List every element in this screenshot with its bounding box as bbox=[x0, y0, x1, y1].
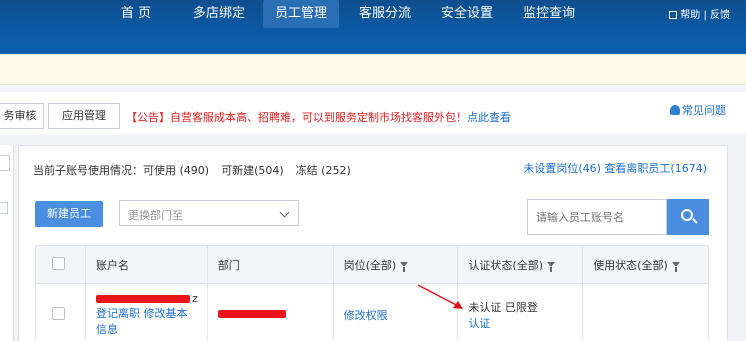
unset-post-link[interactable]: 未设置岗位(46) bbox=[523, 162, 601, 175]
usable-count: 可使用 (490) bbox=[143, 164, 210, 177]
redacted-department bbox=[217, 310, 286, 318]
account-name-suffix: z bbox=[191, 291, 198, 305]
view-resigned-link[interactable]: 查看离职员工(1674) bbox=[604, 162, 707, 175]
left-sidebar-edge bbox=[0, 145, 14, 341]
select-all-checkbox[interactable] bbox=[52, 256, 65, 270]
new-employee-button[interactable]: 新建员工 bbox=[35, 201, 103, 227]
status-links: 未设置岗位(46) 查看离职员工(1674) bbox=[523, 160, 707, 176]
department-placeholder: 更换部门至 bbox=[128, 209, 183, 222]
table-header-row: 账户名 部门 岗位(全部) 认证状态(全部) 使用状态(全部) bbox=[35, 245, 709, 284]
usage-label: 当前子账号使用情况： bbox=[33, 164, 143, 177]
department-cell bbox=[206, 283, 334, 341]
redacted-account-name bbox=[95, 294, 190, 303]
header-department: 部门 bbox=[206, 245, 334, 284]
nav-home[interactable]: 首 页 bbox=[108, 0, 164, 28]
header-post[interactable]: 岗位(全部) bbox=[332, 245, 459, 284]
external-link-icon bbox=[669, 11, 678, 19]
account-action-links-cont[interactable]: 信息 bbox=[96, 321, 207, 337]
nav-multi-store[interactable]: 多店绑定 bbox=[184, 0, 254, 28]
employee-search-input[interactable] bbox=[527, 199, 667, 235]
filter-icon[interactable] bbox=[671, 261, 680, 272]
auth-link[interactable]: 认证 bbox=[468, 315, 582, 331]
nav-staff-management[interactable]: 员工管理 bbox=[263, 0, 339, 28]
auth-status-text: 未认证 已限登 bbox=[468, 300, 538, 314]
header-select-all[interactable] bbox=[35, 245, 86, 284]
table-row: z 登记离职 修改基本 信息 修改权限 未认证 已限登 认证 bbox=[35, 283, 709, 341]
announcement-link[interactable]: 点此查看 bbox=[467, 111, 511, 124]
employee-table: 账户名 部门 岗位(全部) 认证状态(全部) 使用状态(全部) z 登记离职 修… bbox=[35, 245, 709, 341]
auth-status-cell: 未认证 已限登 认证 bbox=[457, 283, 584, 341]
sub-toolbar: 务审核 应用管理 【公告】自营客服成本高、招聘难，可以到服务定制市场找客服外包！… bbox=[0, 92, 746, 134]
frozen-count: 冻结 (252) bbox=[295, 164, 351, 177]
department-select[interactable]: 更换部门至 bbox=[119, 200, 299, 226]
account-cell: z 登记离职 修改基本 信息 bbox=[84, 283, 208, 341]
chevron-down-icon bbox=[279, 207, 290, 218]
header-account: 账户名 bbox=[84, 245, 208, 284]
annotation-arrow-icon bbox=[417, 284, 463, 309]
row-checkbox[interactable] bbox=[52, 306, 65, 320]
tab-app-management[interactable]: 应用管理 bbox=[48, 103, 120, 129]
top-nav-bar: 首 页 多店绑定 员工管理 客服分流 安全设置 监控查询 帮助 | 反馈 bbox=[0, 0, 746, 54]
nav-cs-routing[interactable]: 客服分流 bbox=[349, 0, 421, 28]
sidebar-item-edge[interactable] bbox=[0, 202, 8, 214]
filter-icon[interactable] bbox=[400, 261, 409, 272]
nav-security-settings[interactable]: 安全设置 bbox=[432, 0, 502, 28]
tab-business-review[interactable]: 务审核 bbox=[0, 103, 44, 129]
account-usage: 当前子账号使用情况：可使用 (490) 可新建(504) 冻结 (252) bbox=[33, 162, 363, 178]
account-action-links[interactable]: 登记离职 修改基本 bbox=[96, 305, 207, 321]
filter-icon[interactable] bbox=[547, 261, 555, 272]
announcement: 【公告】自营客服成本高、招聘难，可以到服务定制市场找客服外包！点此查看 bbox=[126, 109, 511, 125]
sidebar-button-edge[interactable] bbox=[0, 155, 10, 171]
person-icon bbox=[670, 105, 680, 115]
row-select-cell[interactable] bbox=[35, 283, 86, 341]
faq-link[interactable]: 常见问题 bbox=[670, 102, 726, 118]
creatable-count: 可新建(504) bbox=[221, 164, 284, 177]
nav-monitor-query[interactable]: 监控查询 bbox=[513, 0, 585, 28]
staff-panel: 当前子账号使用情况：可使用 (490) 可新建(504) 冻结 (252) 未设置岗… bbox=[18, 145, 728, 341]
usage-status-cell bbox=[582, 283, 709, 341]
faq-label: 常见问题 bbox=[682, 104, 726, 117]
modify-permission-link[interactable]: 修改权限 bbox=[344, 309, 388, 322]
header-auth-status[interactable]: 认证状态(全部) bbox=[457, 245, 584, 284]
help-link[interactable]: 帮助 bbox=[680, 10, 700, 21]
help-links: 帮助 | 反馈 bbox=[669, 6, 730, 21]
search-button[interactable] bbox=[667, 199, 709, 235]
feedback-link[interactable]: 反馈 bbox=[710, 10, 730, 21]
header-usage-status[interactable]: 使用状态(全部) bbox=[582, 245, 709, 284]
announcement-text: 【公告】自营客服成本高、招聘难，可以到服务定制市场找客服外包！ bbox=[126, 111, 467, 124]
notice-strip bbox=[0, 54, 746, 85]
